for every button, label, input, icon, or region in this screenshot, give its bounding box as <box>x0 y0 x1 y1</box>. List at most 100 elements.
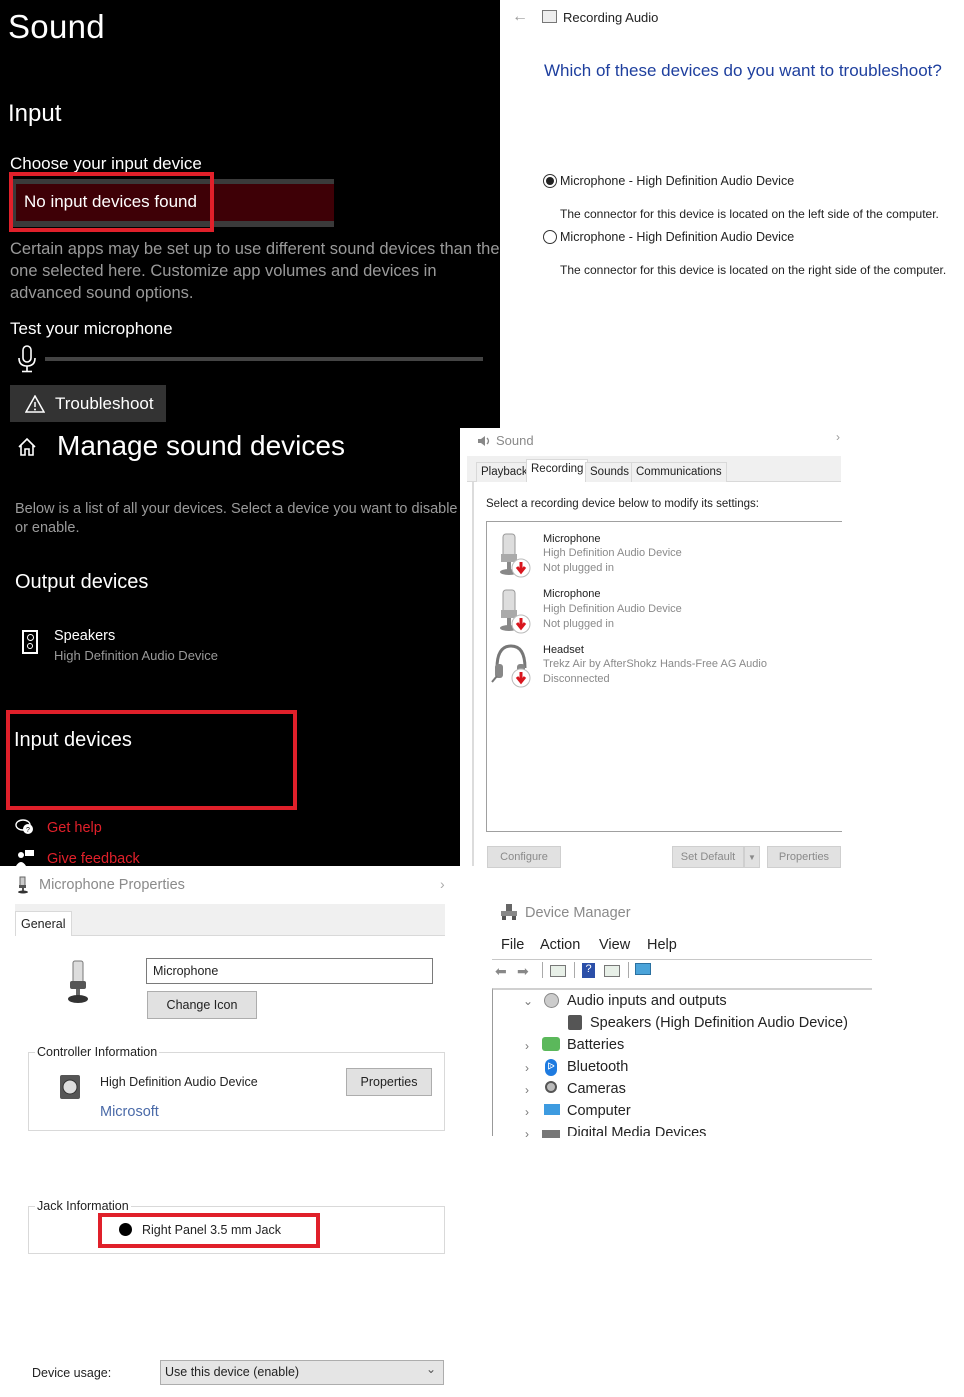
tree-node-cameras[interactable]: Cameras <box>567 1081 626 1097</box>
chevron-right-icon[interactable]: › <box>525 1039 529 1053</box>
option-detail: The connector for this device is located… <box>560 207 939 221</box>
device-option-1[interactable]: Microphone - High Definition Audio Devic… <box>543 174 794 188</box>
tab-playback[interactable]: Playback <box>476 462 533 482</box>
window-title: Sound <box>496 433 534 448</box>
device-list-item[interactable] <box>491 532 531 583</box>
chevron-right-icon[interactable]: › <box>525 1127 529 1141</box>
device-name: Microphone <box>543 533 601 545</box>
chevron-down-icon[interactable]: ⌄ <box>523 994 533 1008</box>
input-heading: Input <box>8 100 62 127</box>
option-label: Microphone - High Definition Audio Devic… <box>560 174 795 188</box>
device-name: Headset <box>543 644 584 656</box>
device-status: Not plugged in <box>543 618 614 630</box>
choose-input-label: Choose your input device <box>10 154 202 173</box>
chevron-right-icon[interactable]: › <box>440 876 445 892</box>
jack-value: Right Panel 3.5 mm Jack <box>142 1223 281 1237</box>
controller-vendor-link[interactable]: Microsoft <box>100 1104 159 1120</box>
tab-general[interactable]: General <box>15 911 72 936</box>
set-default-button[interactable]: Set Default <box>672 846 744 868</box>
device-status: Not plugged in <box>543 562 614 574</box>
question-heading: Which of these devices do you want to tr… <box>544 61 942 80</box>
device-name: Microphone <box>543 588 601 600</box>
chevron-down-icon[interactable]: ⌄ <box>426 1362 436 1376</box>
chevron-right-icon[interactable]: › <box>525 1061 529 1075</box>
output-device-name[interactable]: Speakers <box>54 628 115 644</box>
menu-view[interactable]: View <box>599 937 630 953</box>
recording-device-list[interactable] <box>486 521 842 832</box>
tree-node-audio[interactable]: Audio inputs and outputs <box>567 993 727 1009</box>
get-help-link[interactable]: Get help <box>47 820 102 836</box>
option-detail: The connector for this device is located… <box>560 263 947 277</box>
device-list-item[interactable] <box>491 588 531 639</box>
troubleshoot-button[interactable]: Troubleshoot <box>10 385 166 422</box>
page-title: Sound <box>8 8 105 45</box>
tree-node-bluetooth[interactable]: Bluetooth <box>567 1059 628 1075</box>
device-driver: High Definition Audio Device <box>543 603 682 615</box>
tree-node-speakers[interactable]: Speakers (High Definition Audio Device) <box>590 1015 848 1031</box>
menu-file[interactable]: File <box>501 937 524 953</box>
manage-devices-panel: Manage sound devices Below is a list of … <box>0 428 460 867</box>
microphone-icon <box>500 589 531 634</box>
app-title: Recording Audio <box>563 10 659 25</box>
action-pane-icon[interactable] <box>604 965 620 977</box>
description-text: Certain apps may be set up to use differ… <box>10 240 500 302</box>
menu-help[interactable]: Help <box>647 937 677 953</box>
home-icon[interactable] <box>16 436 38 458</box>
device-name-field[interactable]: Microphone <box>146 958 433 984</box>
configure-button[interactable]: Configure <box>487 846 561 868</box>
tab-strip <box>15 904 445 936</box>
tab-sounds[interactable]: Sounds <box>585 462 635 482</box>
get-help-icon: ? <box>15 819 33 834</box>
device-usage-select[interactable]: Use this device (enable) <box>160 1360 444 1385</box>
change-icon-button[interactable]: Change Icon <box>147 991 257 1019</box>
scan-hardware-icon[interactable] <box>635 963 651 975</box>
set-default-dropdown[interactable]: ▼ <box>744 846 760 868</box>
instruction-text: Select a recording device below to modif… <box>486 498 759 510</box>
chevron-right-icon[interactable]: › <box>525 1105 529 1119</box>
highlight-box <box>9 172 214 232</box>
forward-arrow-icon[interactable]: ➡ <box>517 963 529 980</box>
device-list-item[interactable] <box>491 642 531 693</box>
controller-properties-button[interactable]: Properties <box>346 1068 432 1096</box>
give-feedback-link[interactable]: Give feedback <box>47 851 140 867</box>
device-status: Disconnected <box>543 673 610 685</box>
sound-app-icon <box>478 436 490 446</box>
page-title: Manage sound devices <box>57 430 345 461</box>
tree-node-computer[interactable]: Computer <box>567 1103 631 1119</box>
tree-node-digital-media[interactable]: Digital Media Devices <box>567 1125 706 1136</box>
media-device-icon <box>542 1130 560 1138</box>
sound-control-panel: Sound › Playback Recording Sounds Commun… <box>467 428 843 868</box>
speaker-icon <box>22 630 38 654</box>
computer-icon <box>544 1104 560 1115</box>
device-driver: High Definition Audio Device <box>543 547 682 559</box>
properties-button[interactable]: Properties <box>767 846 841 868</box>
battery-icon <box>542 1037 560 1051</box>
window-title: Device Manager <box>525 905 631 921</box>
menu-action[interactable]: Action <box>540 937 580 953</box>
device-manager-panel: Device Manager File Action View Help ⬅ ➡… <box>492 890 872 1141</box>
back-arrow-icon[interactable]: ⬅ <box>495 963 507 980</box>
jack-info-label: Jack Information <box>35 1199 131 1213</box>
tree-node-batteries[interactable]: Batteries <box>567 1037 624 1053</box>
close-icon[interactable]: › <box>836 430 840 444</box>
svg-text:?: ? <box>26 827 30 834</box>
tab-communications[interactable]: Communications <box>631 462 727 482</box>
device-option-2[interactable]: Microphone - High Definition Audio Devic… <box>543 230 794 244</box>
help-icon[interactable]: ? <box>582 963 595 978</box>
radio-unselected[interactable] <box>543 230 557 244</box>
chevron-right-icon[interactable]: › <box>525 1083 529 1097</box>
output-devices-heading: Output devices <box>15 571 149 593</box>
radio-selected[interactable] <box>543 174 557 188</box>
back-arrow-icon[interactable]: ← <box>512 8 528 26</box>
tab-recording[interactable]: Recording <box>526 459 589 483</box>
toolbar-divider <box>628 962 629 978</box>
device-driver: Trekz Air by AfterShokz Hands-Free AG Au… <box>543 658 767 670</box>
output-device-subtitle: High Definition Audio Device <box>54 648 219 663</box>
toolbar: ⬅ ➡ ? <box>492 959 872 981</box>
device-usage-label: Device usage: <box>32 1366 112 1380</box>
toolbar-divider <box>574 962 575 978</box>
show-hide-console-icon[interactable] <box>550 965 566 977</box>
device-manager-icon <box>501 904 517 920</box>
jack-color-dot <box>119 1223 132 1236</box>
troubleshooter-panel: ← Recording Audio Which of these devices… <box>500 0 964 290</box>
